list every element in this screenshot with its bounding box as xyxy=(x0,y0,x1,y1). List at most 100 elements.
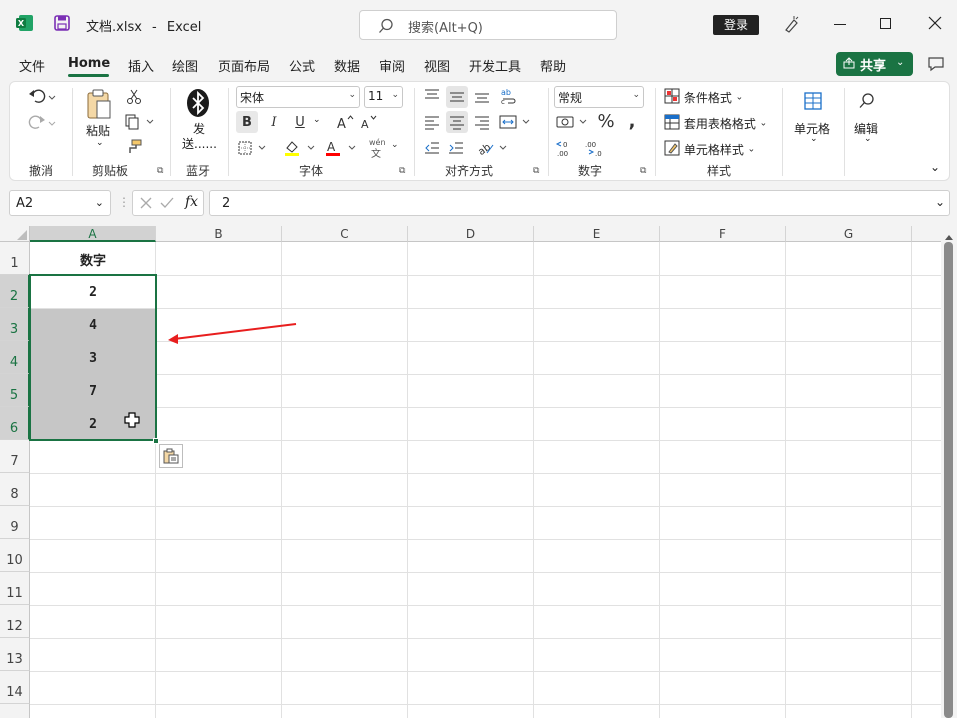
alignment-launcher-icon[interactable]: ⧉ xyxy=(533,166,539,176)
increase-font-icon[interactable]: A xyxy=(335,112,355,132)
row-header-9[interactable]: 9 xyxy=(0,506,30,539)
decrease-decimal-icon[interactable]: .00.0 xyxy=(582,138,606,158)
insert-function-icon[interactable]: fx xyxy=(185,194,198,210)
search-box[interactable]: 搜索(Alt+Q) xyxy=(359,10,617,40)
align-middle-icon[interactable] xyxy=(446,86,468,108)
number-format-select[interactable]: 常规 ⌄ xyxy=(554,86,644,108)
row-header-1[interactable]: 1 xyxy=(0,242,30,275)
menu-file[interactable]: 文件 xyxy=(19,56,45,75)
row-header-12[interactable]: 12 xyxy=(0,605,30,638)
font-launcher-icon[interactable]: ⧉ xyxy=(399,166,405,176)
paste-chevron-icon[interactable]: ⌄ xyxy=(96,138,104,148)
menu-page-layout[interactable]: 页面布局 xyxy=(218,56,270,75)
minimize-button[interactable] xyxy=(834,24,846,25)
fill-color-icon[interactable] xyxy=(283,138,317,158)
cell-a4[interactable]: 3 xyxy=(30,351,156,366)
decrease-font-icon[interactable]: A xyxy=(359,112,379,132)
redo-button[interactable] xyxy=(24,112,60,134)
cell-a3[interactable]: 4 xyxy=(30,318,156,333)
edit-chevron-icon[interactable]: ⌄ xyxy=(864,134,872,144)
cell-a2[interactable]: 2 xyxy=(30,285,156,300)
row-header-14[interactable]: 14 xyxy=(0,671,30,704)
menu-home[interactable]: Home xyxy=(68,56,110,71)
menu-draw[interactable]: 绘图 xyxy=(172,56,198,75)
formula-input[interactable]: 2 ⌄ xyxy=(209,190,950,216)
undo-button[interactable] xyxy=(24,86,60,108)
ribbon-collapse-chevron-icon[interactable]: ⌄ xyxy=(930,160,940,174)
align-bottom-icon[interactable] xyxy=(472,86,492,106)
column-header-h[interactable] xyxy=(912,226,941,242)
menu-help[interactable]: 帮助 xyxy=(540,56,566,75)
comma-style-icon[interactable]: , xyxy=(624,110,640,132)
underline-chevron-icon[interactable]: ⌄ xyxy=(313,115,321,125)
row-header-2[interactable]: 2 xyxy=(0,275,30,308)
bluetooth-icon[interactable] xyxy=(186,88,210,118)
column-header-f[interactable]: F xyxy=(660,226,786,242)
number-launcher-icon[interactable]: ⧉ xyxy=(640,166,646,176)
row-header-7[interactable]: 7 xyxy=(0,440,30,473)
format-painter-icon[interactable] xyxy=(125,138,143,156)
percent-icon[interactable]: % xyxy=(596,110,616,132)
paste-icon[interactable] xyxy=(84,88,114,120)
column-header-a[interactable]: A xyxy=(30,226,156,242)
scrollbar-thumb[interactable] xyxy=(944,242,953,718)
column-header-c[interactable]: C xyxy=(282,226,408,242)
row-header-6[interactable]: 6 xyxy=(0,407,30,440)
confirm-entry-icon[interactable] xyxy=(160,196,174,213)
save-icon[interactable] xyxy=(54,15,70,31)
bold-button[interactable]: B xyxy=(236,111,258,133)
maximize-button[interactable] xyxy=(880,18,891,29)
edit-search-icon[interactable] xyxy=(856,90,878,112)
menu-review[interactable]: 审阅 xyxy=(379,56,405,75)
row-header-10[interactable]: 10 xyxy=(0,539,30,572)
font-name-select[interactable]: 宋体 ⌄ xyxy=(236,86,360,108)
accounting-format-icon[interactable] xyxy=(554,112,590,132)
column-header-g[interactable]: G xyxy=(786,226,912,242)
worksheet-grid[interactable]: A B C D E F G 1 2 3 4 5 6 7 8 9 10 11 12… xyxy=(0,226,941,718)
cells-icon[interactable] xyxy=(802,90,824,112)
paste-options-button[interactable] xyxy=(159,444,183,468)
font-size-select[interactable]: 11 ⌄ xyxy=(364,86,403,108)
menu-developer[interactable]: 开发工具 xyxy=(469,56,521,75)
row-header-3[interactable]: 3 xyxy=(0,308,30,341)
increase-decimal-icon[interactable]: 0.00 xyxy=(554,138,578,158)
row-header-11[interactable]: 11 xyxy=(0,572,30,605)
menu-formulas[interactable]: 公式 xyxy=(289,56,315,75)
formula-expand-chevron-icon[interactable]: ⌄ xyxy=(935,195,945,209)
row-header-13[interactable]: 13 xyxy=(0,638,30,671)
cell-style-button[interactable]: 单元格样式 ⌄ xyxy=(664,140,755,158)
conditional-format-button[interactable]: 条件格式 ⌄ xyxy=(664,88,743,106)
row-header-5[interactable]: 5 xyxy=(0,374,30,407)
login-button[interactable]: 登录 xyxy=(713,15,759,35)
paste-label[interactable]: 粘贴 xyxy=(86,122,110,139)
cut-icon[interactable] xyxy=(125,88,143,106)
menu-insert[interactable]: 插入 xyxy=(128,56,154,75)
column-header-e[interactable]: E xyxy=(534,226,660,242)
decrease-indent-icon[interactable] xyxy=(422,138,442,158)
column-header-d[interactable]: D xyxy=(408,226,534,242)
designer-pen-icon[interactable] xyxy=(782,14,802,37)
close-button[interactable] xyxy=(928,16,942,33)
clipboard-launcher-icon[interactable]: ⧉ xyxy=(157,166,163,176)
menu-data[interactable]: 数据 xyxy=(334,56,360,75)
row-header-15[interactable] xyxy=(0,704,30,718)
cell-a1[interactable]: 数字 xyxy=(30,250,156,269)
font-color-icon[interactable]: A xyxy=(324,138,358,158)
increase-indent-icon[interactable] xyxy=(446,138,466,158)
align-top-icon[interactable] xyxy=(422,86,442,106)
borders-icon[interactable] xyxy=(236,138,268,158)
phonetic-icon[interactable]: wén 文 ⌄ xyxy=(367,138,401,160)
italic-button[interactable]: I xyxy=(264,111,284,133)
share-button[interactable]: 共享 ⌄ xyxy=(836,52,913,76)
merge-center-icon[interactable] xyxy=(498,112,532,132)
select-all-corner[interactable] xyxy=(0,226,30,242)
column-header-b[interactable]: B xyxy=(156,226,282,242)
underline-button[interactable]: U xyxy=(290,111,310,133)
menu-view[interactable]: 视图 xyxy=(424,56,450,75)
align-left-icon[interactable] xyxy=(422,112,442,132)
copy-icon[interactable] xyxy=(123,113,155,131)
row-header-4[interactable]: 4 xyxy=(0,341,30,374)
orientation-icon[interactable]: ab xyxy=(476,138,510,158)
table-format-button[interactable]: 套用表格格式 ⌄ xyxy=(664,114,767,132)
send-label[interactable]: 发送...... xyxy=(182,122,217,152)
